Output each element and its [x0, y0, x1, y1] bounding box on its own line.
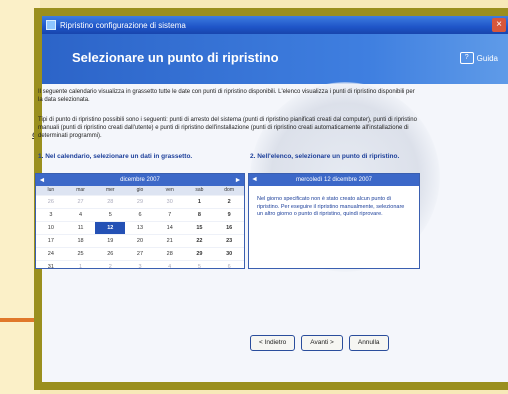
- calendar-month: dicembre 2007: [120, 177, 160, 183]
- restore-list-date: mercoledì 12 dicembre 2007: [295, 177, 373, 183]
- intro-paragraph: Il seguente calendario visualizza in gra…: [38, 89, 415, 104]
- calendar-day[interactable]: 3: [36, 208, 66, 221]
- help-icon: ?: [459, 52, 474, 64]
- app-icon: [46, 20, 56, 30]
- restore-point-list[interactable]: mercoledì 12 dicembre 2007 ◄ Nel giorno …: [248, 173, 420, 269]
- next-button[interactable]: Avanti >: [301, 335, 343, 351]
- calendar-day[interactable]: 2: [214, 195, 244, 208]
- calendar-day[interactable]: 26: [36, 195, 66, 208]
- calendar-day[interactable]: 30: [154, 195, 185, 208]
- weekday-header: dom: [214, 186, 244, 195]
- calendar-day[interactable]: 27: [65, 195, 96, 208]
- calendar-day[interactable]: 20: [125, 234, 155, 247]
- calendar-day[interactable]: 4: [65, 208, 96, 221]
- calendar-day[interactable]: 15: [184, 221, 215, 234]
- calendar-day[interactable]: 21: [154, 234, 185, 247]
- calendar-day[interactable]: 19: [95, 234, 126, 247]
- calendar-day[interactable]: 30: [214, 247, 244, 260]
- back-button[interactable]: < Indietro: [250, 335, 296, 351]
- help-button[interactable]: ? Guida: [459, 52, 498, 64]
- next-month-button[interactable]: ►: [232, 177, 244, 184]
- restore-list-header: mercoledì 12 dicembre 2007: [249, 174, 419, 186]
- calendar-day[interactable]: 26: [95, 247, 126, 260]
- calendar-day[interactable]: 5: [95, 208, 126, 221]
- restore-list-arrow-icon: ◄: [251, 176, 258, 183]
- calendar-day[interactable]: 25: [65, 247, 96, 260]
- calendar-day[interactable]: 31: [36, 260, 66, 273]
- types-paragraph: Tipi di punto di ripristino possibili so…: [38, 117, 417, 140]
- calendar-day[interactable]: 22: [184, 234, 215, 247]
- weekday-header: lun: [36, 186, 66, 195]
- help-label: Guida: [476, 53, 498, 63]
- calendar-day[interactable]: 18: [65, 234, 96, 247]
- calendar-header: ◄ dicembre 2007 ►: [36, 174, 244, 186]
- weekday-header: sab: [184, 186, 215, 195]
- calendar-day[interactable]: 3: [125, 260, 155, 273]
- prev-month-button[interactable]: ◄: [36, 177, 48, 184]
- calendar-day[interactable]: 16: [214, 221, 244, 234]
- wizard-header: Selezionare un punto di ripristino ? Gui…: [42, 34, 508, 84]
- calendar-day[interactable]: 6: [214, 260, 244, 273]
- calendar-day[interactable]: 1: [184, 195, 215, 208]
- weekday-header: ven: [154, 186, 185, 195]
- wizard-buttons: < Indietro Avanti > Annulla: [250, 335, 389, 351]
- calendar-day[interactable]: 8: [184, 208, 215, 221]
- calendar-day[interactable]: 10: [36, 221, 66, 234]
- window-titlebar: Ripristino configurazione di sistema ×: [42, 16, 508, 34]
- page-title: Selezionare un punto di ripristino: [72, 50, 279, 65]
- step1-label: 1. Nel calendario, selezionare un dati i…: [38, 153, 193, 160]
- calendar-day[interactable]: 14: [154, 221, 185, 234]
- calendar-day[interactable]: 11: [65, 221, 96, 234]
- calendar-day[interactable]: 13: [125, 221, 155, 234]
- calendar-day[interactable]: 9: [214, 208, 244, 221]
- window-title: Ripristino configurazione di sistema: [60, 20, 186, 30]
- weekday-header: gio: [125, 186, 155, 195]
- calendar-day[interactable]: 6: [125, 208, 155, 221]
- calendar-day[interactable]: 28: [95, 195, 126, 208]
- calendar-day[interactable]: 1: [65, 260, 96, 273]
- calendar-day[interactable]: 12: [95, 221, 126, 234]
- calendar-day[interactable]: 4: [154, 260, 185, 273]
- calendar-day[interactable]: 28: [154, 247, 185, 260]
- restore-list-message: Nel giorno specificato non è stato creat…: [257, 196, 405, 218]
- close-button[interactable]: ×: [492, 18, 506, 32]
- calendar-grid: lun mar mer gio ven sab dom 26 27 28 29 30 1 2 3 4 5 6 7 8 9…: [36, 186, 244, 273]
- calendar-day[interactable]: 24: [36, 247, 66, 260]
- calendar-day[interactable]: 29: [184, 247, 215, 260]
- calendar-day[interactable]: 17: [36, 234, 66, 247]
- weekday-header: mer: [95, 186, 126, 195]
- calendar: ◄ dicembre 2007 ► lun mar mer gio ven sab dom 2…: [35, 173, 245, 270]
- step2-label: 2. Nell'elenco, selezionare un punto di …: [250, 153, 400, 160]
- calendar-day[interactable]: 5: [184, 260, 215, 273]
- calendar-day[interactable]: 2: [95, 260, 126, 273]
- weekday-header: mar: [65, 186, 96, 195]
- calendar-day[interactable]: 7: [154, 208, 185, 221]
- calendar-day[interactable]: 27: [125, 247, 155, 260]
- cancel-button[interactable]: Annulla: [348, 335, 389, 351]
- calendar-day[interactable]: 23: [214, 234, 244, 247]
- calendar-day[interactable]: 29: [125, 195, 155, 208]
